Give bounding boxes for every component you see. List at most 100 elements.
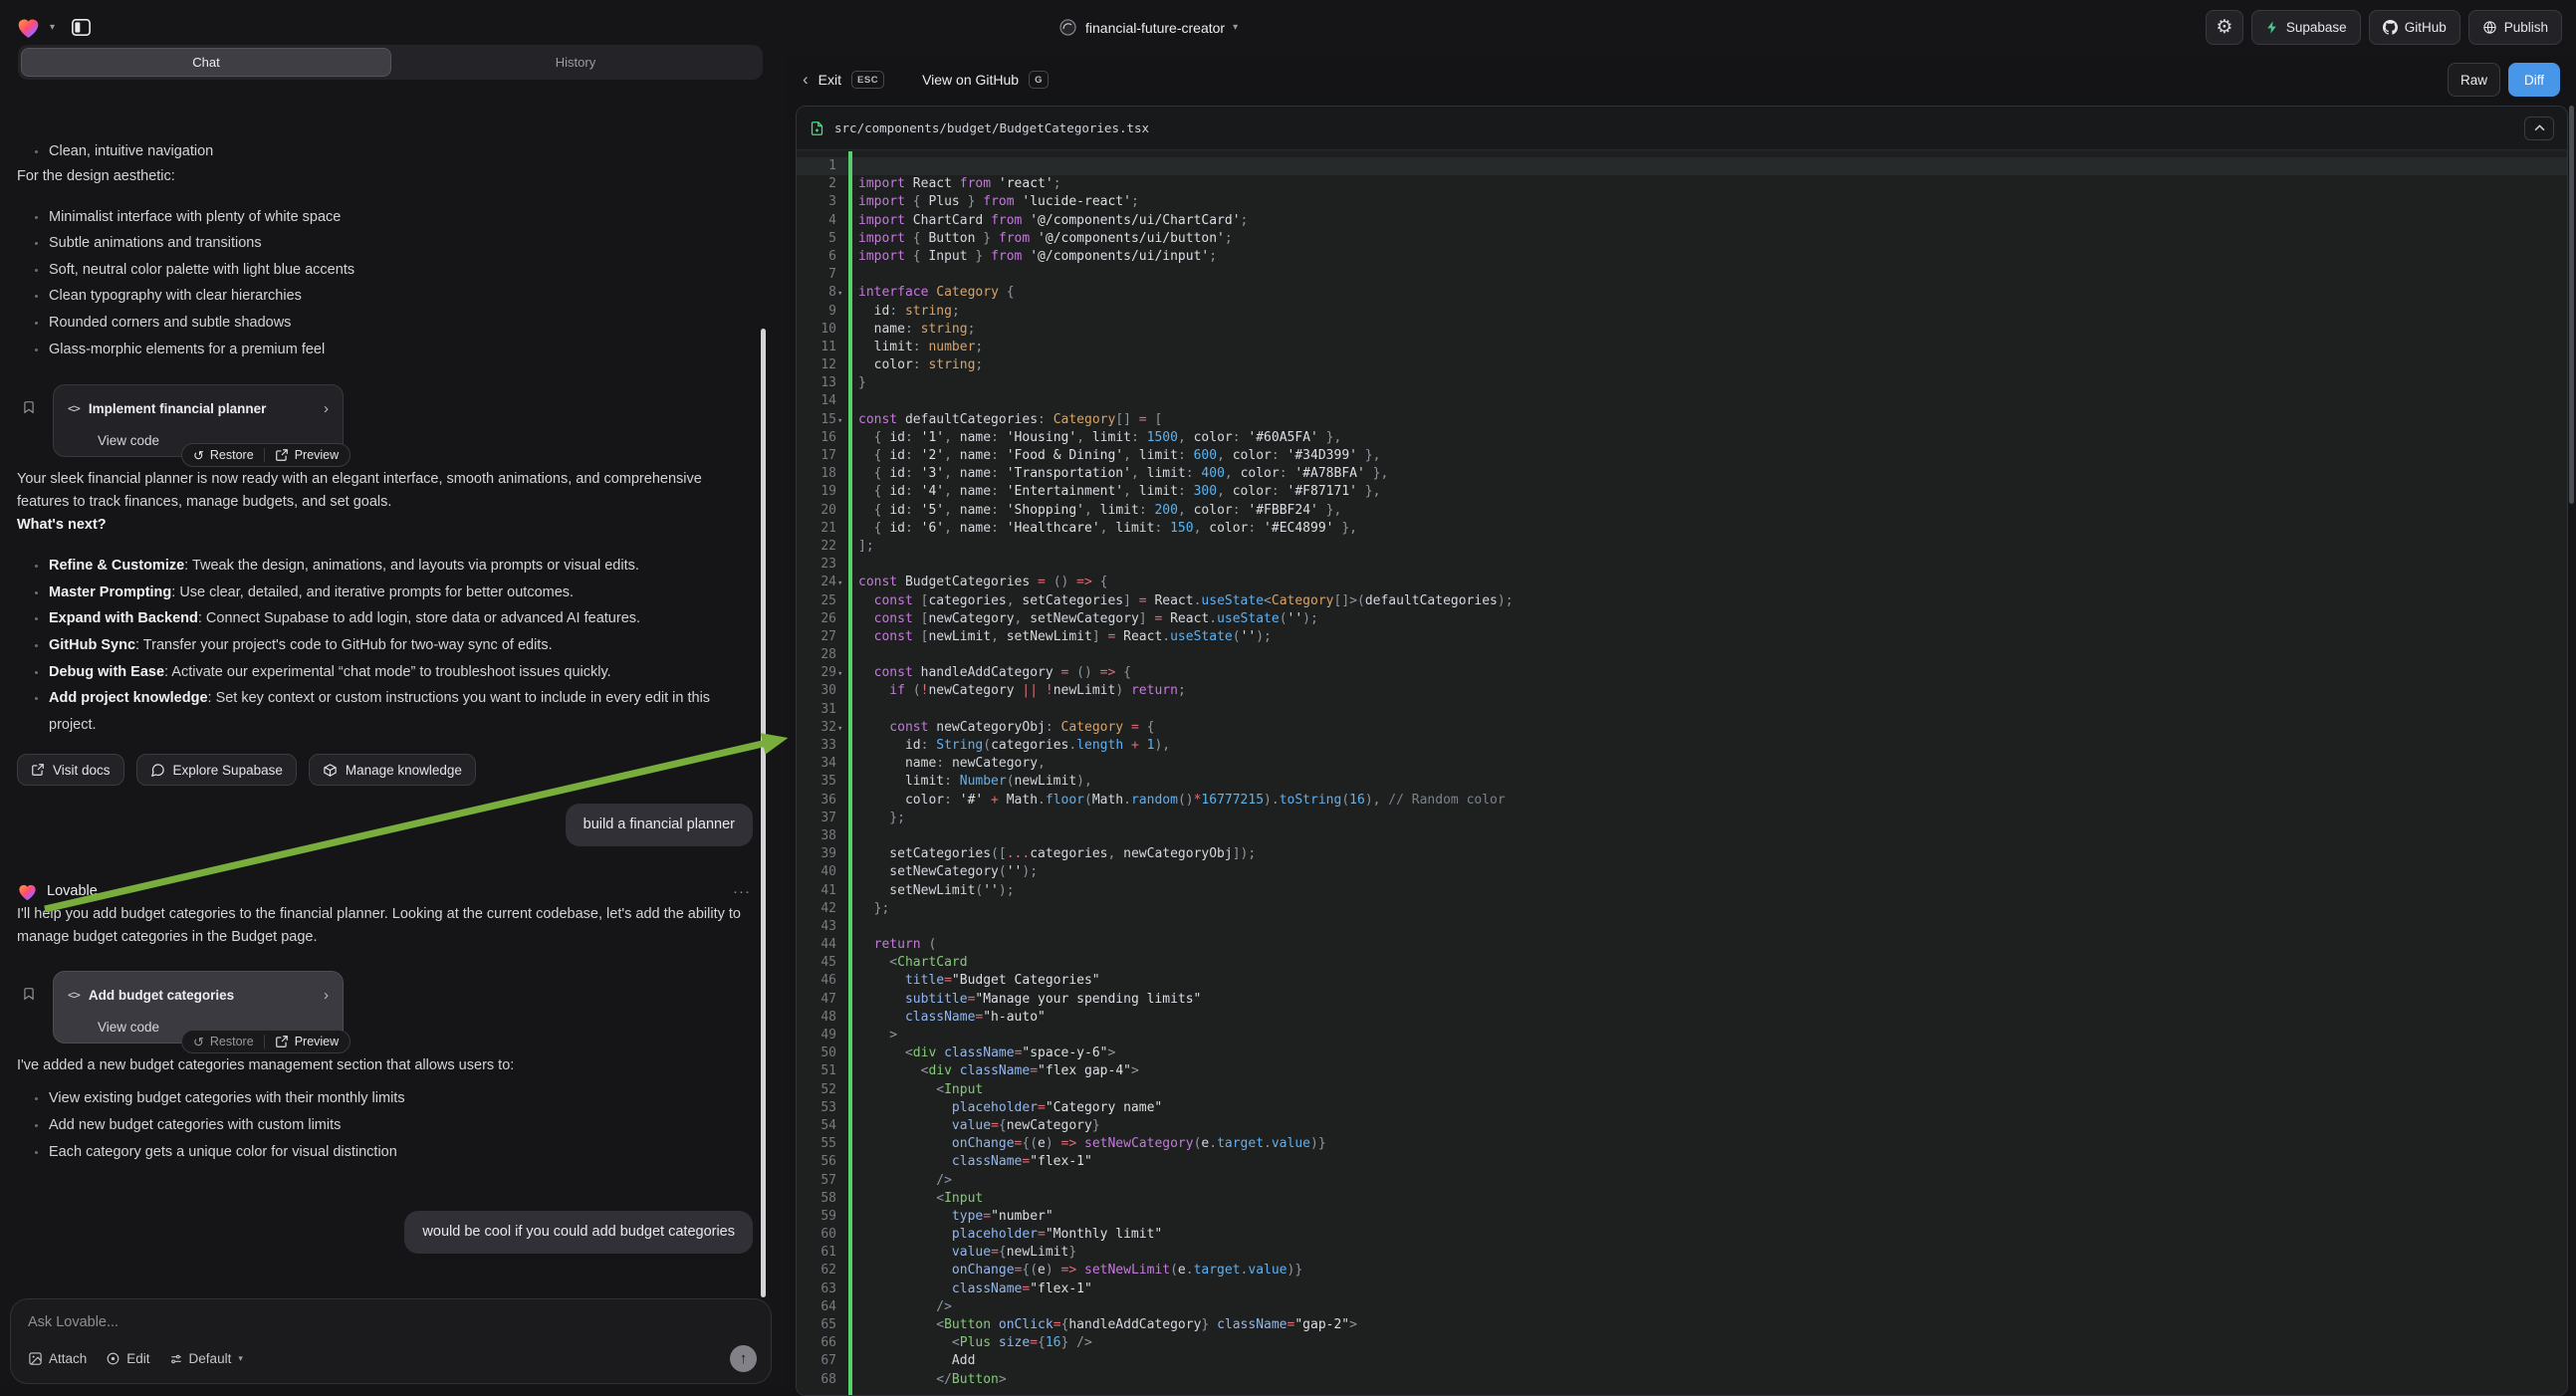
code-text: value={newCategory} xyxy=(858,1118,1100,1133)
chevron-right-icon[interactable]: › xyxy=(324,984,329,1007)
fold-chevron-icon[interactable]: ▾ xyxy=(837,285,842,303)
line-number: 28 xyxy=(797,646,836,664)
preview-label: Preview xyxy=(295,444,339,467)
code-line-31: 31 xyxy=(797,701,2567,719)
supabase-button[interactable]: Supabase xyxy=(2251,10,2361,45)
settings-button[interactable]: ⚙ xyxy=(2206,10,2243,45)
bookmark-icon[interactable] xyxy=(22,398,36,416)
bullet-list: Clean, intuitive navigation xyxy=(17,138,753,165)
code-line-18: 18 { id: '3', name: 'Transportation', li… xyxy=(797,465,2567,483)
line-number: 5 xyxy=(797,230,836,248)
fold-chevron-icon[interactable]: ▾ xyxy=(837,575,842,592)
raw-button[interactable]: Raw xyxy=(2448,63,2500,97)
composer-placeholder[interactable]: Ask Lovable... xyxy=(28,1314,754,1330)
code-text: ]; xyxy=(858,539,874,554)
chat-scrollbar[interactable] xyxy=(761,329,766,1297)
code-text: { id: '5', name: 'Shopping', limit: 200,… xyxy=(858,503,1341,518)
restore-icon: ↺ xyxy=(193,1036,204,1048)
list-item-lead: Add project knowledge xyxy=(49,690,208,706)
preview-button[interactable]: Preview xyxy=(275,444,339,467)
mode-select[interactable]: Default ▾ xyxy=(169,1351,243,1366)
code-text: className="h-auto" xyxy=(858,1010,1046,1025)
code-scrollbar[interactable] xyxy=(2569,106,2574,504)
code-text: { id: '3', name: 'Transportation', limit… xyxy=(858,466,1388,481)
code-line-6: 6import { Input } from '@/components/ui/… xyxy=(797,248,2567,266)
chevron-up-icon xyxy=(2534,124,2545,131)
list-item: Clean, intuitive navigation xyxy=(48,138,753,165)
line-number: 67 xyxy=(797,1352,836,1370)
diff-button[interactable]: Diff xyxy=(2508,63,2560,97)
line-number: 32 xyxy=(797,719,836,737)
mode-label: Default xyxy=(189,1351,232,1366)
lovable-heart-icon[interactable] xyxy=(16,16,41,39)
publish-button[interactable]: Publish xyxy=(2468,10,2562,45)
list-item: Debug with Ease: Activate our experiment… xyxy=(48,659,753,686)
code-line-64: 64 /> xyxy=(797,1298,2567,1316)
code-line-28: 28 xyxy=(797,646,2567,664)
code-text: <Button onClick={handleAddCategory} clas… xyxy=(858,1317,1357,1332)
list-item: View existing budget categories with the… xyxy=(48,1085,753,1112)
tab-history[interactable]: History xyxy=(391,48,760,77)
code-text: { id: '6', name: 'Healthcare', limit: 15… xyxy=(858,521,1357,536)
list-item: GitHub Sync: Transfer your project's cod… xyxy=(48,632,753,659)
github-button[interactable]: GitHub xyxy=(2369,10,2460,45)
chat-stream: Clean, intuitive navigationFor the desig… xyxy=(0,55,787,1292)
send-button[interactable]: ↑ xyxy=(730,1345,757,1372)
line-number: 51 xyxy=(797,1062,836,1080)
project-switcher[interactable]: financial-future-creator ▾ xyxy=(1058,0,1238,55)
code-line-3: 3import { Plus } from 'lucide-react'; xyxy=(797,193,2567,211)
exit-button[interactable]: Exit xyxy=(819,72,841,88)
bookmark-icon[interactable] xyxy=(22,985,36,1003)
edit-button[interactable]: Edit xyxy=(106,1351,149,1366)
chevron-right-icon[interactable]: › xyxy=(324,397,329,420)
code-text: const BudgetCategories = () => { xyxy=(858,575,1107,589)
action-button-explore-supabase[interactable]: Explore Supabase xyxy=(136,754,297,786)
version-card[interactable]: <>Add budget categories›View code↺Restor… xyxy=(53,971,344,1044)
chevron-down-icon: ▾ xyxy=(1233,22,1238,33)
restore-button[interactable]: ↺Restore xyxy=(193,444,254,467)
version-title: Implement financial planner xyxy=(89,397,315,420)
version-card[interactable]: <>Implement financial planner›View code↺… xyxy=(53,384,344,457)
edit-label: Edit xyxy=(126,1351,149,1366)
external-link-icon xyxy=(31,763,45,777)
code-line-30: 30 if (!newCategory || !newLimit) return… xyxy=(797,682,2567,700)
code-line-56: 56 className="flex-1" xyxy=(797,1153,2567,1171)
restore-button[interactable]: ↺Restore xyxy=(193,1031,254,1053)
view-on-github-link[interactable]: View on GitHub xyxy=(922,72,1019,88)
preview-button[interactable]: Preview xyxy=(275,1031,339,1053)
code-line-25: 25 const [categories, setCategories] = R… xyxy=(797,592,2567,610)
code-line-8: 8▾interface Category { xyxy=(797,284,2567,302)
image-icon xyxy=(28,1351,43,1366)
code-line-23: 23 xyxy=(797,556,2567,574)
code-text: const handleAddCategory = () => { xyxy=(858,665,1131,680)
fold-chevron-icon[interactable]: ▾ xyxy=(837,665,842,683)
chevron-left-icon[interactable]: ‹ xyxy=(803,70,809,90)
line-number: 25 xyxy=(797,592,836,610)
panel-toggle-icon[interactable] xyxy=(70,16,93,39)
code-editor[interactable]: 12import React from 'react';3import { Pl… xyxy=(797,151,2567,1395)
attach-button[interactable]: Attach xyxy=(28,1351,87,1366)
file-bar: src/components/budget/BudgetCategories.t… xyxy=(797,107,2567,150)
line-number: 27 xyxy=(797,628,836,646)
action-button-visit-docs[interactable]: Visit docs xyxy=(17,754,124,786)
action-button-manage-knowledge[interactable]: Manage knowledge xyxy=(309,754,476,786)
tab-chat[interactable]: Chat xyxy=(21,48,391,77)
bullet-list: Minimalist interface with plenty of whit… xyxy=(17,204,753,363)
code-line-14: 14 xyxy=(797,392,2567,410)
line-number: 15 xyxy=(797,411,836,429)
composer[interactable]: Ask Lovable... Attach Edit Default ▾ ↑ xyxy=(10,1298,772,1384)
line-number: 37 xyxy=(797,810,836,827)
code-view-header: ‹ Exit ESC View on GitHub G Raw Diff xyxy=(787,55,2576,105)
code-line-46: 46 title="Budget Categories" xyxy=(797,972,2567,990)
fold-chevron-icon[interactable]: ▾ xyxy=(837,720,842,738)
code-line-40: 40 setNewCategory(''); xyxy=(797,863,2567,881)
collapse-file-button[interactable] xyxy=(2524,116,2554,140)
line-number: 38 xyxy=(797,827,836,845)
line-number: 13 xyxy=(797,374,836,392)
code-line-41: 41 setNewLimit(''); xyxy=(797,882,2567,900)
line-number: 59 xyxy=(797,1208,836,1226)
chevron-down-icon[interactable]: ▾ xyxy=(50,22,55,33)
ellipsis-icon[interactable]: ··· xyxy=(733,880,751,903)
code-text: color: string; xyxy=(858,357,983,372)
fold-chevron-icon[interactable]: ▾ xyxy=(837,412,842,430)
